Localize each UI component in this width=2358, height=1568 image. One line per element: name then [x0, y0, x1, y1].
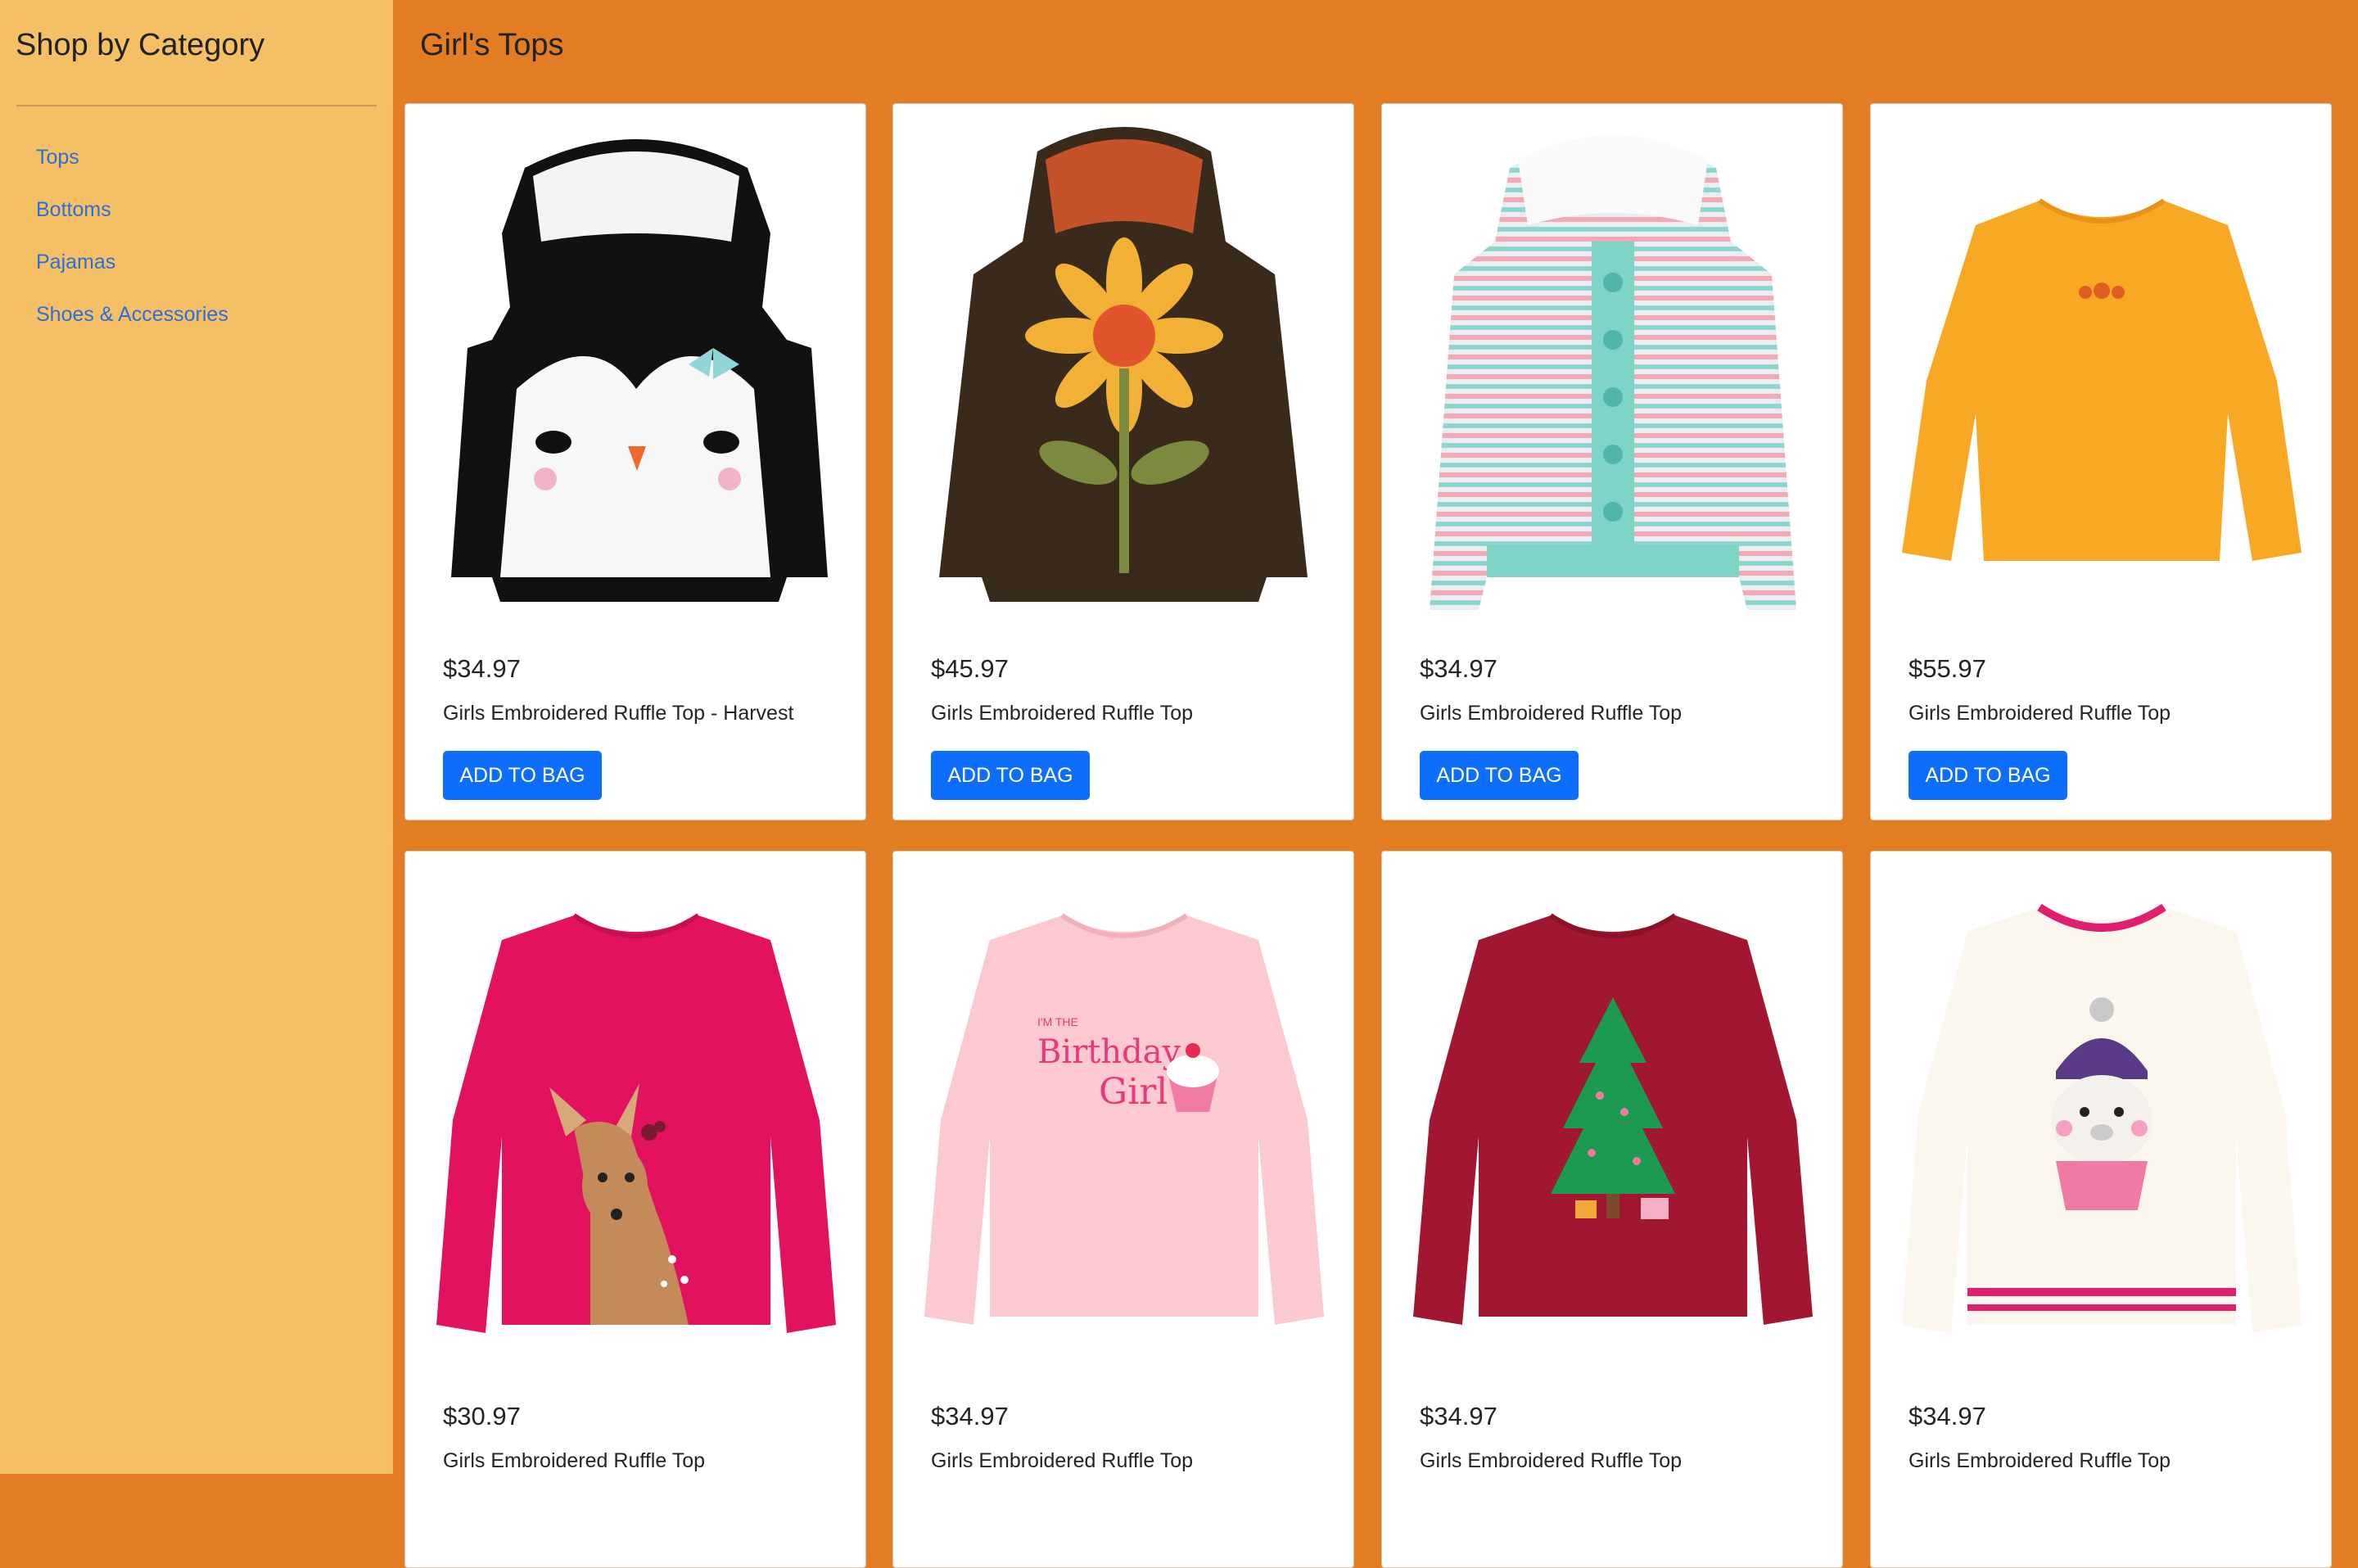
product-price: $30.97: [443, 1402, 521, 1430]
sidebar-link-shoes-accessories[interactable]: Shoes & Accessories: [36, 303, 228, 326]
product-name[interactable]: Girls Embroidered Ruffle Top: [1420, 1449, 1682, 1473]
penguin-hoodie-image[interactable]: [427, 119, 846, 610]
add-to-bag-button[interactable]: ADD TO BAG: [931, 751, 1090, 800]
sidebar: Shop by Category Tops Bottoms Pajamas Sh…: [0, 0, 393, 1474]
product-name[interactable]: Girls Embroidered Ruffle Top: [931, 1449, 1193, 1473]
product-name[interactable]: Girls Embroidered Ruffle Top: [1909, 702, 2171, 725]
sidebar-link-bottoms[interactable]: Bottoms: [36, 198, 111, 221]
product-card: I'M THE Birthday Girl $34.97 Girls Embro…: [892, 851, 1354, 1568]
product-card: $34.97 Girls Embroidered Ruffle Top ADD …: [1381, 103, 1843, 820]
add-to-bag-button[interactable]: ADD TO BAG: [443, 751, 602, 800]
add-to-bag-button[interactable]: ADD TO BAG: [1420, 751, 1579, 800]
product-card: $34.97 Girls Embroidered Ruffle Top: [1381, 851, 1843, 1568]
product-price: $34.97: [443, 654, 521, 683]
category-nav: Tops Bottoms Pajamas Shoes & Accessories: [36, 146, 228, 355]
product-price: $34.97: [931, 1402, 1009, 1430]
sidebar-divider: [16, 105, 377, 106]
product-card: $34.97 Girls Embroidered Ruffle Top: [1870, 851, 2332, 1568]
product-card: $45.97 Girls Embroidered Ruffle Top ADD …: [892, 103, 1354, 820]
product-name[interactable]: Girls Embroidered Ruffle Top: [443, 1449, 705, 1473]
llama-sweater-image[interactable]: [1892, 866, 2311, 1358]
sidebar-item-bottoms: Bottoms: [36, 198, 228, 251]
product-price: $34.97: [1420, 1402, 1497, 1430]
product-name[interactable]: Girls Embroidered Ruffle Top - Harvest: [443, 702, 793, 725]
sidebar-link-tops[interactable]: Tops: [36, 146, 79, 169]
sidebar-item-tops: Tops: [36, 146, 228, 198]
striped-cardigan-image[interactable]: [1403, 119, 1823, 610]
product-price: $34.97: [1420, 654, 1497, 683]
product-price: $34.97: [1909, 1402, 1986, 1430]
product-name[interactable]: Girls Embroidered Ruffle Top: [1420, 702, 1682, 725]
birthday-top-image[interactable]: I'M THE Birthday Girl: [915, 866, 1334, 1358]
sidebar-link-pajamas[interactable]: Pajamas: [36, 251, 115, 273]
graphic-text-3: Girl: [1099, 1071, 1168, 1113]
sidebar-item-shoes-accessories: Shoes & Accessories: [36, 303, 228, 355]
graphic-text-1: I'M THE: [1037, 1015, 1078, 1028]
page-title: Girl's Tops: [420, 28, 564, 62]
product-card: $34.97 Girls Embroidered Ruffle Top - Ha…: [404, 103, 866, 820]
product-card: $55.97 Girls Embroidered Ruffle Top ADD …: [1870, 103, 2332, 820]
product-name[interactable]: Girls Embroidered Ruffle Top: [931, 702, 1193, 725]
add-to-bag-button[interactable]: ADD TO BAG: [1909, 751, 2067, 800]
sidebar-title: Shop by Category: [16, 28, 265, 62]
product-name[interactable]: Girls Embroidered Ruffle Top: [1909, 1449, 2171, 1473]
product-price: $45.97: [931, 654, 1009, 683]
deer-top-image[interactable]: [427, 866, 846, 1358]
sunflower-hoodie-image[interactable]: [915, 119, 1334, 610]
tree-top-image[interactable]: [1403, 866, 1823, 1358]
graphic-text-2: Birthday: [1037, 1033, 1181, 1071]
sidebar-item-pajamas: Pajamas: [36, 251, 228, 303]
product-price: $55.97: [1909, 654, 1986, 683]
product-card: $30.97 Girls Embroidered Ruffle Top: [404, 851, 866, 1568]
orange-ruffle-top-image[interactable]: [1892, 119, 2311, 610]
